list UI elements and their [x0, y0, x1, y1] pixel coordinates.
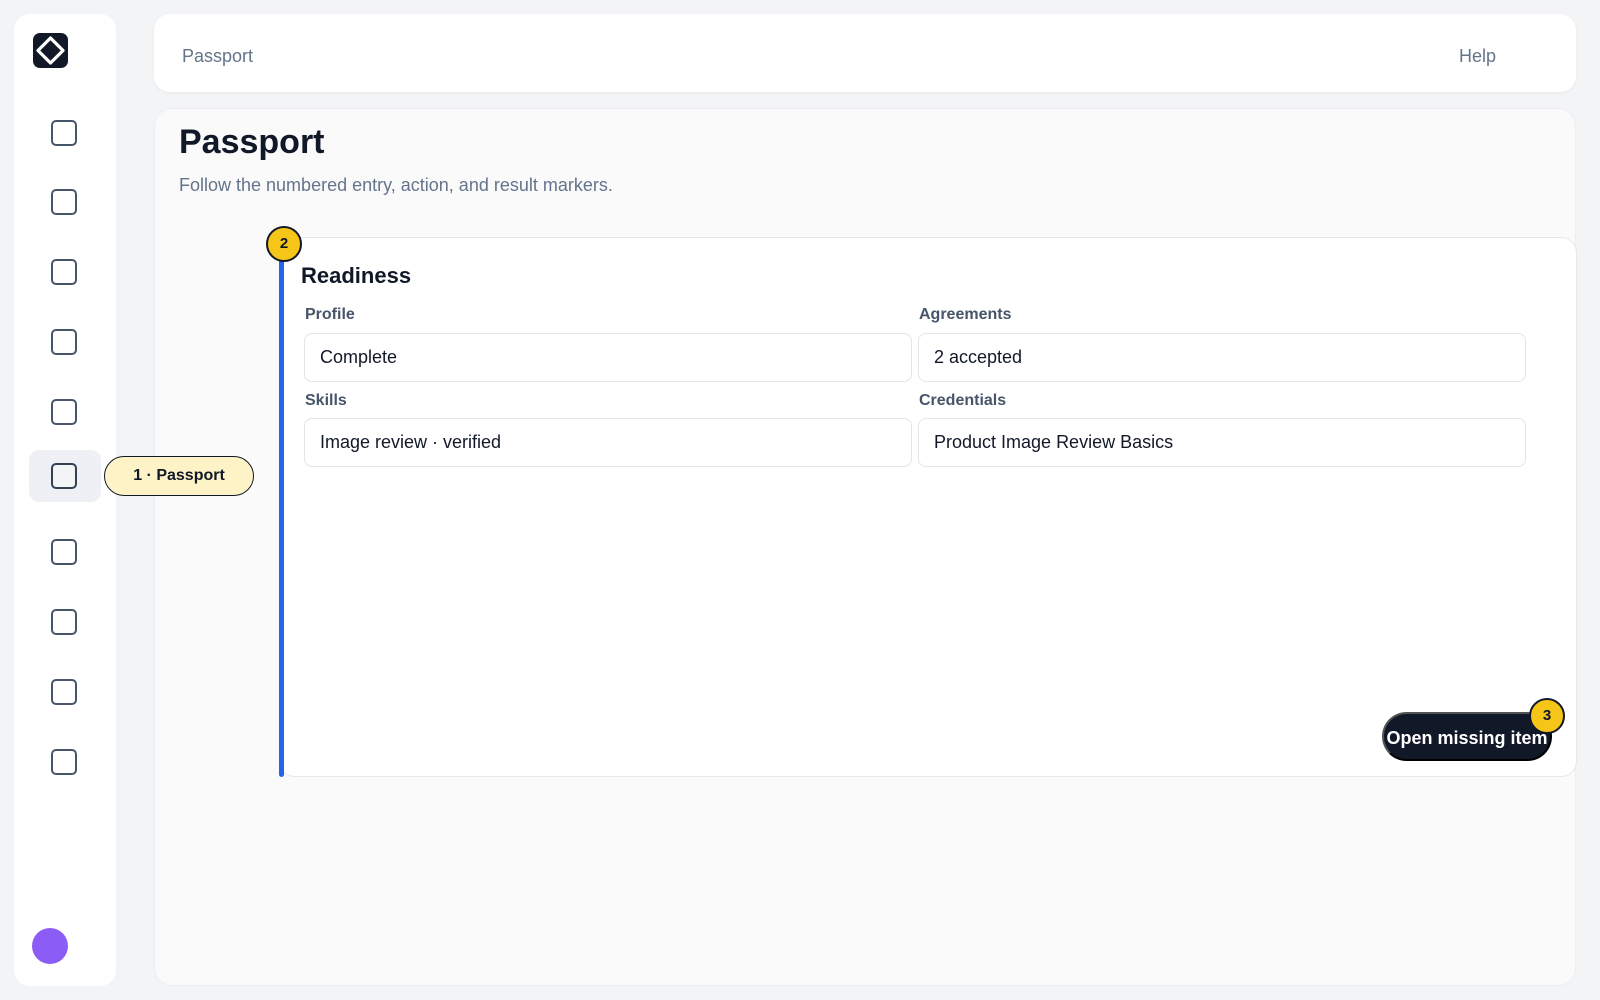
sidebar-item-5[interactable]	[29, 386, 101, 438]
sidebar-item-1[interactable]	[29, 107, 101, 159]
agreements-label: Agreements	[919, 306, 1012, 323]
square-icon	[51, 463, 77, 489]
sidebar-item-7[interactable]	[29, 526, 101, 578]
sidebar-item-9[interactable]	[29, 666, 101, 718]
top-bar: Passport Help	[154, 14, 1576, 92]
avatar[interactable]	[32, 928, 68, 964]
skills-label: Skills	[305, 392, 347, 409]
square-icon	[51, 259, 77, 285]
sidebar	[14, 14, 116, 986]
square-icon	[51, 609, 77, 635]
sidebar-item-8[interactable]	[29, 596, 101, 648]
square-icon	[51, 679, 77, 705]
sidebar-item-10[interactable]	[29, 736, 101, 788]
logo-icon[interactable]	[33, 33, 68, 68]
sidebar-item-4[interactable]	[29, 316, 101, 368]
agreements-field[interactable]: 2 accepted	[918, 333, 1526, 382]
help-link[interactable]: Help	[1459, 46, 1496, 67]
entry-marker-passport: 1 · Passport	[104, 456, 254, 496]
open-missing-item-button[interactable]: Open missing item	[1382, 712, 1552, 761]
skills-field[interactable]: Image review · verified	[304, 418, 912, 467]
square-icon	[51, 189, 77, 215]
sidebar-item-3[interactable]	[29, 246, 101, 298]
square-icon	[51, 120, 77, 146]
breadcrumb: Passport	[182, 46, 254, 66]
profile-label: Profile	[305, 306, 355, 323]
square-icon	[51, 539, 77, 565]
square-icon	[51, 749, 77, 775]
profile-field[interactable]: Complete	[304, 333, 912, 382]
main-panel: Passport Follow the numbered entry, acti…	[154, 108, 1577, 986]
square-icon	[51, 329, 77, 355]
sidebar-item-passport[interactable]	[29, 450, 101, 502]
card-accent-line	[279, 257, 284, 777]
square-icon	[51, 399, 77, 425]
readiness-title: Readiness	[301, 263, 412, 288]
credentials-field[interactable]: Product Image Review Basics	[918, 418, 1526, 467]
credentials-label: Credentials	[919, 392, 1007, 409]
step-3-marker: 3	[1529, 698, 1565, 734]
sidebar-item-2[interactable]	[29, 176, 101, 228]
page-subtitle: Follow the numbered entry, action, and r…	[179, 175, 613, 195]
step-2-marker: 2	[266, 226, 302, 262]
page-title: Passport	[179, 123, 325, 161]
